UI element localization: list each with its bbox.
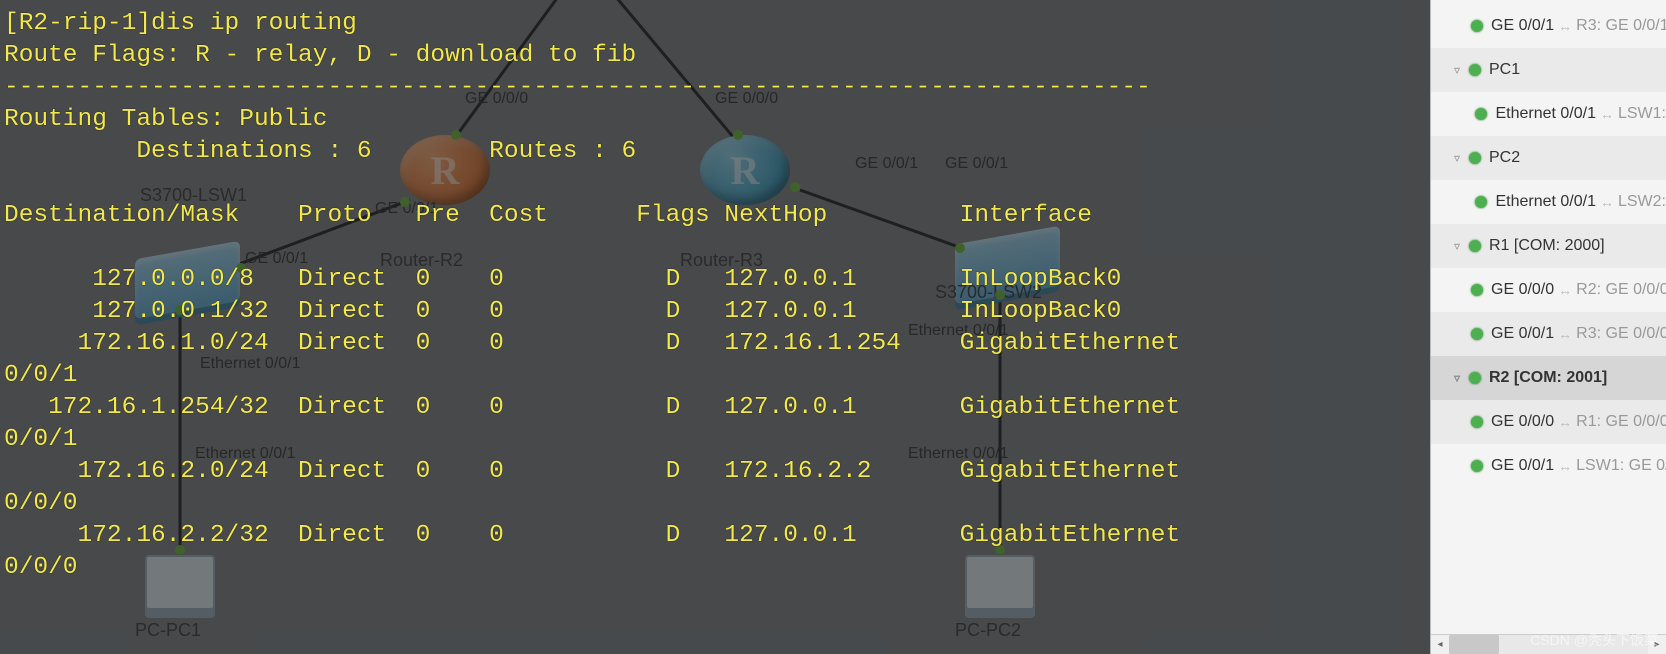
watermark: CSDN @秃头下饭菜 [1530, 630, 1658, 650]
tree-item-label: Ethernet 0/0/1 [1495, 105, 1596, 123]
expand-icon[interactable]: ▿ [1449, 239, 1465, 253]
tree-row[interactable]: ▿ R1 [COM: 2000] [1431, 224, 1666, 268]
status-dot-icon [1469, 240, 1481, 252]
tree-row[interactable]: Ethernet 0/0/1↔LSW1: [1431, 92, 1666, 136]
tree-row[interactable]: GE 0/0/1↔R3: GE 0/0/0 [1431, 312, 1666, 356]
tree-item-link-target: R3: GE 0/0/1 [1576, 17, 1666, 35]
tree-item-label: GE 0/0/0 [1491, 413, 1554, 431]
link-arrow-icon: ↔ [1558, 18, 1572, 34]
tree-item-label: GE 0/0/1 [1491, 457, 1554, 475]
link-arrow-icon: ↔ [1600, 106, 1614, 122]
link-arrow-icon: ↔ [1558, 414, 1572, 430]
tree-row[interactable]: Ethernet 0/0/1↔LSW2: [1431, 180, 1666, 224]
tree-item-link-target: R2: GE 0/0/0 [1576, 281, 1666, 299]
tree-item-link-target: R3: GE 0/0/0 [1576, 325, 1666, 343]
tree-row[interactable]: GE 0/0/0↔R1: GE 0/0/0 [1431, 400, 1666, 444]
tree-item-link-target: LSW1: [1618, 105, 1666, 123]
scroll-left-button[interactable]: ◂ [1431, 635, 1449, 654]
tree-item-label: GE 0/0/0 [1491, 281, 1554, 299]
tree-item-label: Ethernet 0/0/1 [1495, 193, 1596, 211]
tree-row[interactable]: GE 0/0/1↔LSW1: GE 0/0 [1431, 444, 1666, 488]
status-dot-icon [1471, 328, 1483, 340]
tree-row[interactable]: ▿ PC2 [1431, 136, 1666, 180]
tree-row[interactable]: ▿ R2 [COM: 2001] [1431, 356, 1666, 400]
scroll-thumb[interactable] [1449, 635, 1499, 654]
tree-item-label: GE 0/0/1 [1491, 325, 1554, 343]
tree-item-link-target: LSW1: GE 0/0 [1576, 457, 1666, 475]
status-dot-icon [1475, 196, 1487, 208]
status-dot-icon [1475, 108, 1487, 120]
tree-row[interactable]: GE 0/0/0↔R2: GE 0/0/0 [1431, 268, 1666, 312]
tree-item-label: PC1 [1489, 61, 1520, 79]
status-dot-icon [1469, 64, 1481, 76]
status-dot-icon [1471, 284, 1483, 296]
status-dot-icon [1471, 20, 1483, 32]
label-pc2: PC-PC2 [955, 620, 1021, 641]
status-dot-icon [1469, 372, 1481, 384]
expand-icon[interactable]: ▿ [1449, 371, 1465, 385]
link-arrow-icon: ↔ [1558, 326, 1572, 342]
status-dot-icon [1471, 416, 1483, 428]
status-dot-icon [1469, 152, 1481, 164]
label-pc1: PC-PC1 [135, 620, 201, 641]
device-tree-panel[interactable]: GE 0/0/1↔R3: GE 0/0/1▿PC1Ethernet 0/0/1↔… [1430, 0, 1666, 654]
link-arrow-icon: ↔ [1558, 458, 1572, 474]
cli-terminal-output[interactable]: [R2-rip-1]dis ip routing Route Flags: R … [4, 8, 1424, 584]
tree-item-label: PC2 [1489, 149, 1520, 167]
link-arrow-icon: ↔ [1600, 194, 1614, 210]
link-arrow-icon: ↔ [1558, 282, 1572, 298]
tree-item-label: R2 [COM: 2001] [1489, 369, 1607, 387]
expand-icon[interactable]: ▿ [1449, 63, 1465, 77]
tree-item-link-target: LSW2: [1618, 193, 1666, 211]
tree-item-label: GE 0/0/1 [1491, 17, 1554, 35]
device-tree[interactable]: GE 0/0/1↔R3: GE 0/0/1▿PC1Ethernet 0/0/1↔… [1431, 0, 1666, 488]
tree-row[interactable]: GE 0/0/1↔R3: GE 0/0/1 [1431, 4, 1666, 48]
tree-item-link-target: R1: GE 0/0/0 [1576, 413, 1666, 431]
status-dot-icon [1471, 460, 1483, 472]
tree-item-label: R1 [COM: 2000] [1489, 237, 1605, 255]
tree-row[interactable]: ▿ PC1 [1431, 48, 1666, 92]
expand-icon[interactable]: ▿ [1449, 151, 1465, 165]
